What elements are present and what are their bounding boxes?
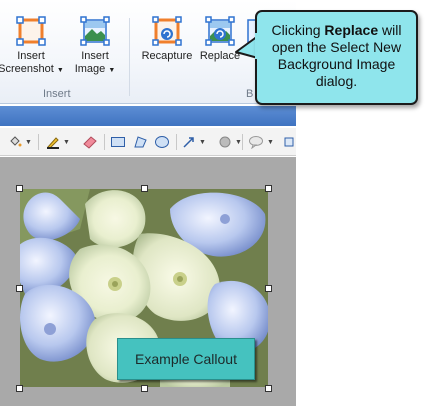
chevron-down-icon: ▼ [63, 138, 70, 146]
annotation-callout: Clicking Replace will open the Select Ne… [255, 10, 418, 105]
toolbar-divider [176, 134, 177, 150]
insert-image-label-1: Insert [81, 50, 109, 62]
annotation-text-bold: Replace [324, 22, 379, 38]
resize-handle-left[interactable] [16, 285, 23, 292]
ellipse-icon [155, 136, 169, 148]
resize-handle-top[interactable] [141, 185, 148, 192]
replace-icon [205, 16, 235, 46]
arrow-tool[interactable]: ▼ [182, 133, 206, 151]
speech-bubble-icon [249, 136, 263, 149]
chevron-down-icon: ▼ [235, 138, 242, 146]
stamp-tool[interactable]: ▼ [218, 133, 242, 151]
fill-bucket-icon [10, 136, 22, 147]
rectangle-icon [111, 137, 125, 147]
example-callout-text: Example Callout [135, 351, 237, 367]
annotation-text-before: Clicking [271, 22, 325, 38]
annotation-tail-mask [255, 33, 261, 59]
polygon-tool[interactable] [132, 133, 148, 151]
drawing-toolbar: ▼ ▼ ▼ ▼ ▼ [0, 128, 296, 156]
ribbon: Insert Screenshot ▼ Insert Image ▼ Recap… [0, 0, 296, 104]
example-callout[interactable]: Example Callout [117, 338, 255, 380]
callout-tool[interactable]: ▼ [248, 133, 274, 151]
toolbar-divider [104, 134, 105, 150]
chevron-down-icon: ▼ [25, 138, 32, 146]
more-tools-button[interactable] [284, 133, 294, 151]
stamp-icon [219, 136, 231, 148]
pen-tool[interactable]: ▼ [46, 133, 70, 151]
chevron-down-icon: ▼ [267, 138, 274, 146]
arrow-icon [183, 137, 194, 148]
toolbar-divider [242, 134, 243, 150]
app-screenshot: Insert Screenshot ▼ Insert Image ▼ Recap… [0, 0, 296, 406]
replace-button[interactable]: Replace [194, 16, 246, 63]
recapture-icon [152, 16, 182, 46]
recapture-button[interactable]: Recapture [138, 16, 196, 63]
fill-tool[interactable]: ▼ [8, 133, 32, 151]
resize-handle-bottom-right[interactable] [265, 385, 272, 392]
chevron-down-icon: ▼ [108, 67, 116, 74]
group-label-insert: Insert [43, 88, 71, 100]
resize-handle-right[interactable] [265, 285, 272, 292]
resize-handle-bottom[interactable] [141, 385, 148, 392]
group-label-background: B [246, 88, 254, 100]
polygon-icon [134, 136, 147, 148]
window-band [0, 106, 296, 126]
recapture-label: Recapture [141, 50, 193, 62]
chevron-down-icon: ▼ [56, 67, 64, 74]
insert-image-button[interactable]: Insert Image ▼ [64, 16, 126, 77]
replace-label: Replace [199, 50, 241, 62]
rectangle-tool[interactable] [110, 133, 126, 151]
pen-icon [47, 137, 59, 149]
toolbar-divider [38, 134, 39, 150]
screenshot-icon [16, 16, 46, 46]
insert-image-label-2: Image ▼ [74, 63, 116, 75]
resize-handle-top-right[interactable] [265, 185, 272, 192]
group-divider [129, 18, 130, 96]
resize-handle-bottom-left[interactable] [16, 385, 23, 392]
resize-handle-top-left[interactable] [16, 185, 23, 192]
insert-screenshot-label-2: Screenshot ▼ [0, 63, 64, 75]
ellipse-tool[interactable] [154, 133, 170, 151]
image-icon [80, 16, 110, 46]
chevron-down-icon: ▼ [199, 138, 206, 146]
eraser-icon [83, 136, 97, 149]
list-icon [284, 137, 294, 147]
insert-screenshot-button[interactable]: Insert Screenshot ▼ [0, 16, 68, 77]
insert-screenshot-label-1: Insert [17, 50, 45, 62]
eraser-tool[interactable] [82, 133, 98, 151]
